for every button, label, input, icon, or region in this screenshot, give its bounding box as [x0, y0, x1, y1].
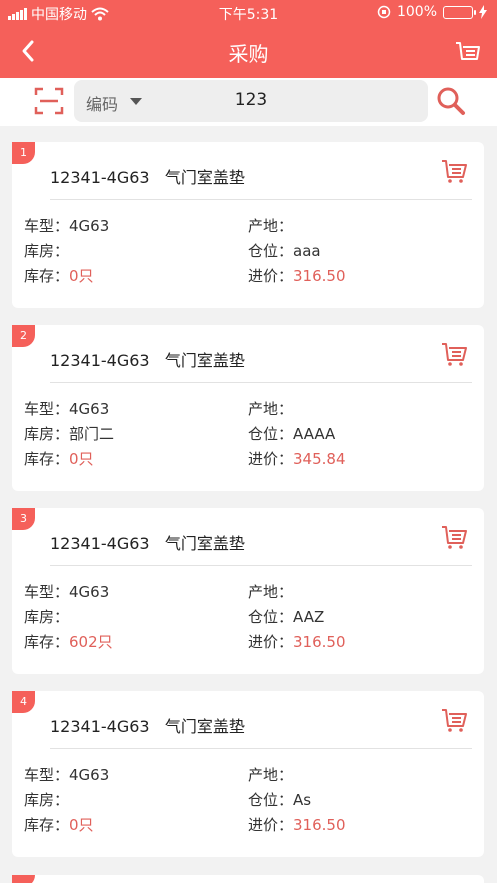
list-item[interactable]: 1 12341-4G63 气门室盖垫 车型：4G63 产地： 库房： 仓位：aa… — [12, 142, 484, 308]
item-name: 气门室盖垫 — [164, 351, 245, 370]
field-model: 车型：4G63 — [24, 400, 110, 418]
field-price: 进价：316.50 — [248, 267, 346, 285]
field-warehouse: 库房： — [24, 608, 70, 626]
field-origin: 产地： — [248, 766, 294, 784]
field-location: 仓位：As — [248, 791, 312, 809]
item-title: 12341-4G63 气门室盖垫 — [50, 164, 245, 188]
field-origin: 产地： — [248, 217, 294, 235]
divider — [50, 748, 472, 749]
divider — [50, 199, 472, 200]
search-icon[interactable] — [436, 86, 466, 116]
field-stock: 库存：0只 — [24, 450, 94, 468]
scan-icon[interactable] — [34, 86, 64, 116]
item-code: 12341-4G63 — [50, 534, 150, 553]
field-location: 仓位：AAAA — [248, 425, 336, 443]
field-stock: 库存：0只 — [24, 267, 94, 285]
item-code: 12341-4G63 — [50, 717, 150, 736]
list-item[interactable]: 3 12341-4G63 气门室盖垫 车型：4G63 产地： 库房： 仓位：AA… — [12, 508, 484, 674]
cart-icon[interactable] — [440, 524, 468, 550]
charging-icon — [479, 5, 487, 19]
item-title: 12341-4G63 气门室盖垫 — [50, 347, 245, 371]
item-index-badge: 1 — [12, 142, 35, 164]
cart-icon[interactable] — [440, 707, 468, 733]
search-row: 编码 123 — [0, 78, 497, 126]
item-name: 气门室盖垫 — [164, 534, 245, 553]
field-price: 进价：316.50 — [248, 633, 346, 651]
list-item[interactable]: 2 12341-4G63 气门室盖垫 车型：4G63 产地： 库房：部门二 仓位… — [12, 325, 484, 491]
search-input[interactable]: 123 — [74, 90, 428, 110]
nav-bar: 采购 — [0, 26, 497, 78]
battery-icon — [443, 5, 476, 19]
field-stock: 库存：602只 — [24, 633, 113, 651]
field-model: 车型：4G63 — [24, 766, 110, 784]
divider — [50, 382, 472, 383]
page-title: 采购 — [228, 42, 269, 66]
item-code: 12341-4G63 — [50, 168, 150, 187]
divider — [50, 565, 472, 566]
cart-icon[interactable] — [440, 158, 468, 184]
search-box[interactable]: 编码 123 — [74, 80, 428, 122]
field-stock: 库存：0只 — [24, 816, 94, 834]
field-location: 仓位：aaa — [248, 242, 321, 260]
item-name: 气门室盖垫 — [164, 717, 245, 736]
item-index-badge: 3 — [12, 508, 35, 530]
item-index-badge: 2 — [12, 325, 35, 347]
item-code: 12341-4G63 — [50, 351, 150, 370]
list-icon[interactable] — [453, 38, 481, 66]
list-item-partial[interactable] — [12, 875, 484, 883]
field-origin: 产地： — [248, 400, 294, 418]
field-model: 车型：4G63 — [24, 217, 110, 235]
battery-percent: 100% — [396, 4, 437, 20]
list-item[interactable]: 4 12341-4G63 气门室盖垫 车型：4G63 产地： 库房： 仓位：As… — [12, 691, 484, 857]
field-price: 进价：345.84 — [248, 450, 346, 468]
item-title: 12341-4G63 气门室盖垫 — [50, 530, 245, 554]
field-origin: 产地： — [248, 583, 294, 601]
item-index-badge — [12, 875, 35, 883]
status-bar: 中国移动 下午5:31 100% — [0, 0, 497, 26]
field-model: 车型：4G63 — [24, 583, 110, 601]
field-warehouse: 库房： — [24, 791, 70, 809]
field-warehouse: 库房： — [24, 242, 70, 260]
item-title: 12341-4G63 气门室盖垫 — [50, 713, 245, 737]
item-index-badge: 4 — [12, 691, 35, 713]
orientation-lock-icon — [377, 5, 391, 19]
cart-icon[interactable] — [440, 341, 468, 367]
item-name: 气门室盖垫 — [164, 168, 245, 187]
field-warehouse: 库房：部门二 — [24, 425, 115, 443]
field-price: 进价：316.50 — [248, 816, 346, 834]
field-location: 仓位：AAZ — [248, 608, 325, 626]
